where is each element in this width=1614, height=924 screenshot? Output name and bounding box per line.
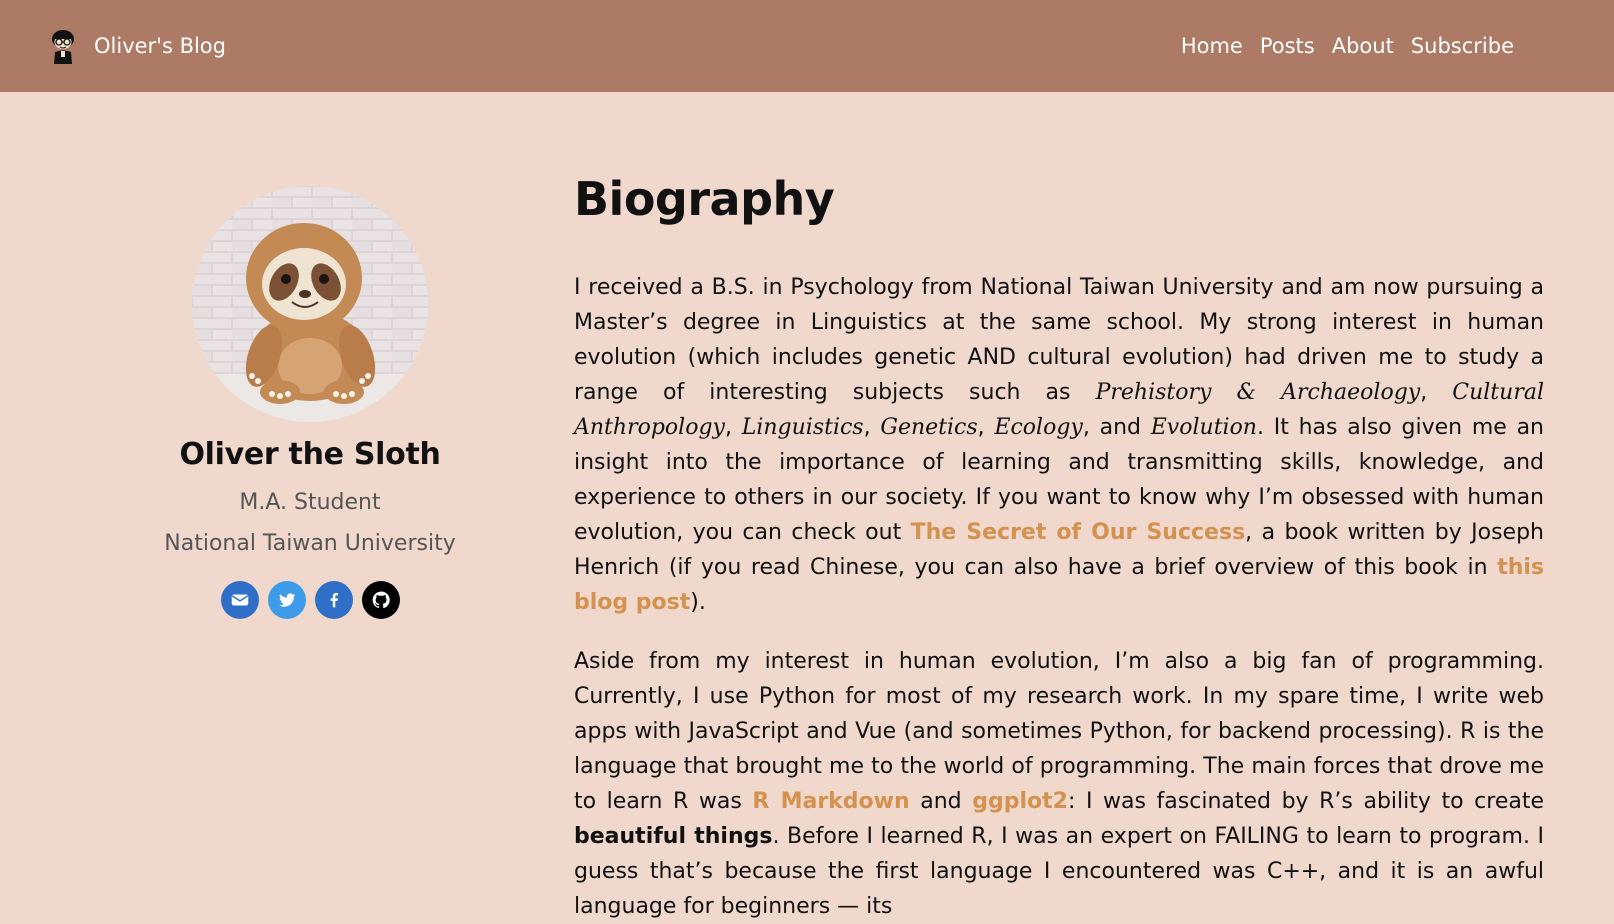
page-title: Biography	[574, 172, 835, 226]
bio-paragraph-1: I received a B.S. in Psychology from Nat…	[574, 270, 1544, 620]
nav-subscribe[interactable]: Subscribe	[1411, 34, 1514, 58]
nav-posts[interactable]: Posts	[1260, 34, 1315, 58]
top-navbar: Oliver's Blog Home Posts About Subscribe	[0, 0, 1614, 92]
avatar	[192, 186, 428, 422]
r-markdown-link[interactable]: R Markdown	[752, 789, 909, 814]
text-span: ,	[863, 415, 881, 440]
ggplot2-link[interactable]: ggplot2	[972, 789, 1068, 814]
profile-role: M.A. Student	[239, 490, 381, 515]
brand-name: Oliver's Blog	[94, 34, 226, 58]
subject-linguistics: Linguistics	[741, 415, 864, 440]
nav-home[interactable]: Home	[1181, 34, 1243, 58]
facebook-link[interactable]	[314, 581, 353, 619]
brand-link[interactable]: Oliver's Blog	[48, 28, 226, 64]
emphasis-text: beautiful things	[574, 824, 773, 849]
envelope-icon	[231, 594, 248, 606]
text-span: ).	[690, 590, 706, 615]
text-span: and	[909, 789, 973, 814]
nav-about[interactable]: About	[1332, 34, 1394, 58]
github-link[interactable]	[361, 581, 400, 619]
subject-prehistory: Prehistory & Archaeology	[1095, 380, 1421, 405]
text-span: ,	[977, 415, 995, 440]
secret-of-our-success-link[interactable]: The Secret of Our Success	[911, 520, 1246, 545]
text-span: , and	[1082, 415, 1151, 440]
subject-genetics: Genetics	[880, 415, 978, 440]
facebook-icon	[330, 593, 338, 608]
profile-name: Oliver the Sloth	[179, 437, 441, 472]
twitter-link[interactable]	[267, 581, 306, 619]
github-icon	[372, 591, 390, 609]
nav-links: Home Posts About Subscribe	[1181, 34, 1514, 58]
text-span: : I was fascinated by R’s ability to cre…	[1067, 789, 1544, 814]
logo-icon	[52, 30, 74, 64]
social-links	[220, 581, 400, 619]
profile-sidebar: Oliver the Sloth M.A. Student National T…	[150, 186, 470, 619]
email-link[interactable]	[220, 581, 259, 619]
twitter-icon	[278, 593, 295, 607]
text-span: ,	[1420, 380, 1453, 405]
text-span: ,	[724, 415, 742, 440]
subject-ecology: Ecology	[994, 415, 1083, 440]
main-content: Biography I received a B.S. in Psycholog…	[574, 172, 1544, 924]
subject-evolution: Evolution	[1150, 415, 1257, 440]
profile-affiliation: National Taiwan University	[164, 531, 456, 556]
bio-paragraph-2: Aside from my interest in human evolutio…	[574, 644, 1544, 924]
